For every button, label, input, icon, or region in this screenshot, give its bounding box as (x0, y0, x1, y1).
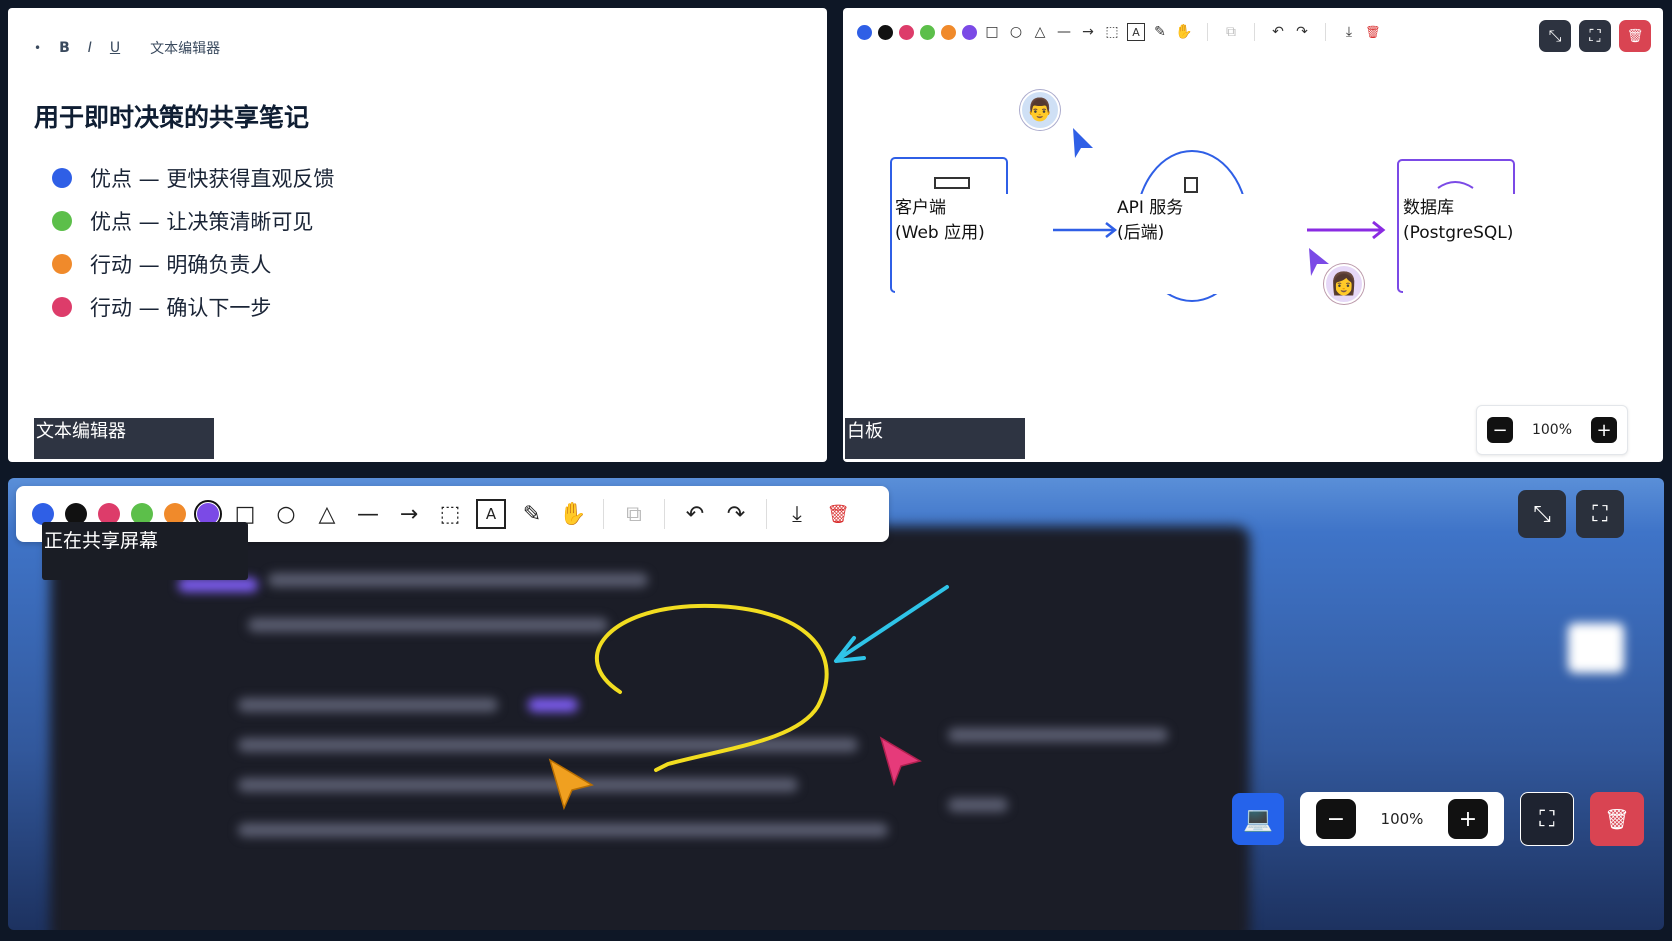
whiteboard-zoom-control: − 100% + (1476, 405, 1628, 455)
text-editor-panel: • B I U 文本编辑器 用于即时决策的共享笔记 优点 — 更快获得直观反馈 … (8, 8, 827, 462)
bullet-dot (52, 210, 72, 231)
whiteboard-panel: □ ○ △ — → ⬚ A ✎ ✋ ⧉ ↶ ↷ ⤓ 🗑 ⤡ ⛶ 🗑 客户端(We… (843, 8, 1663, 462)
share-bottom-controls: 💻 − 100% + ⛶ 🗑 (1232, 792, 1644, 846)
list-item[interactable]: 优点 — 更快获得直观反馈 (52, 156, 334, 199)
collaborator-avatar-icon[interactable]: 👨 (1020, 90, 1060, 130)
panel-name-tag: 文本编辑器 (34, 418, 214, 459)
cyan-arrow-annotation[interactable] (838, 585, 949, 660)
database-node-icon (1437, 181, 1474, 189)
api-node-label[interactable]: API 服务 (后端) (1117, 194, 1301, 294)
bullet-dot (52, 296, 72, 317)
bullet-dot (52, 167, 72, 188)
list-item-text: 行动 — 明确负责人 (90, 252, 272, 277)
cursor-pink-icon (879, 736, 922, 787)
api-node-line2: (后端) (1117, 223, 1165, 243)
client-node-line1: 客户端 (895, 198, 946, 218)
fullscreen-button[interactable]: ⛶ (1520, 792, 1574, 846)
zoom-in-button[interactable]: + (1447, 799, 1488, 839)
api-node-icon (1184, 177, 1198, 193)
bold-button[interactable]: B (59, 40, 70, 56)
database-node-line1: 数据库 (1403, 198, 1454, 218)
panel-name-tag: 白板 (845, 418, 1025, 459)
zoom-in-button[interactable]: + (1591, 417, 1617, 443)
collaborator-avatar-icon[interactable]: 👩 (1324, 264, 1364, 304)
cursor-purple-icon (1309, 248, 1329, 276)
client-node-line2: (Web 应用) (895, 223, 985, 243)
editor-label: 文本编辑器 (150, 41, 221, 57)
list-item-text: 行动 — 确认下一步 (90, 295, 272, 320)
yellow-circle-annotation[interactable] (595, 603, 829, 772)
italic-button[interactable]: I (88, 40, 92, 56)
zoom-level: 100% (1380, 810, 1424, 828)
bullet-dot (52, 253, 72, 274)
list-item-text: 优点 — 让决策清晰可见 (90, 209, 314, 234)
screen-share-panel: □ ○ △ — → ⬚ A ✎ ✋ ⧉ ↶ ↷ ⤓ 🗑 正在共享屏幕 ⤡ ⛶ 💻… (8, 478, 1664, 930)
zoom-out-button[interactable]: − (1487, 417, 1513, 443)
delete-button[interactable]: 🗑 (1590, 792, 1644, 846)
note-title[interactable]: 用于即时决策的共享笔记 (34, 98, 309, 134)
screen-share-button[interactable]: 💻 (1232, 793, 1284, 845)
editor-toolbar: • B I U 文本编辑器 (34, 38, 220, 58)
database-node-line2: (PostgreSQL) (1403, 223, 1514, 243)
note-list: 优点 — 更快获得直观反馈 优点 — 让决策清晰可见 行动 — 明确负责人 行动… (52, 156, 334, 328)
list-item[interactable]: 优点 — 让决策清晰可见 (52, 199, 334, 242)
database-node-label[interactable]: 数据库 (PostgreSQL) (1403, 194, 1583, 294)
zoom-level: 100% (1531, 422, 1573, 438)
api-node-line1: API 服务 (1117, 198, 1184, 218)
bullet-list-button[interactable]: • (34, 41, 41, 55)
share-zoom-control: − 100% + (1300, 792, 1504, 846)
client-node-label[interactable]: 客户端 (Web 应用) (895, 194, 1053, 294)
list-item-text: 优点 — 更快获得直观反馈 (90, 166, 335, 191)
list-item[interactable]: 行动 — 明确负责人 (52, 242, 334, 285)
cursor-blue-icon (1073, 128, 1093, 158)
annotation-layer (548, 585, 949, 811)
cursor-orange-icon (548, 758, 594, 811)
zoom-out-button[interactable]: − (1316, 799, 1356, 839)
list-item[interactable]: 行动 — 确认下一步 (52, 285, 334, 328)
underline-button[interactable]: U (110, 40, 120, 56)
client-node-icon (934, 177, 970, 189)
